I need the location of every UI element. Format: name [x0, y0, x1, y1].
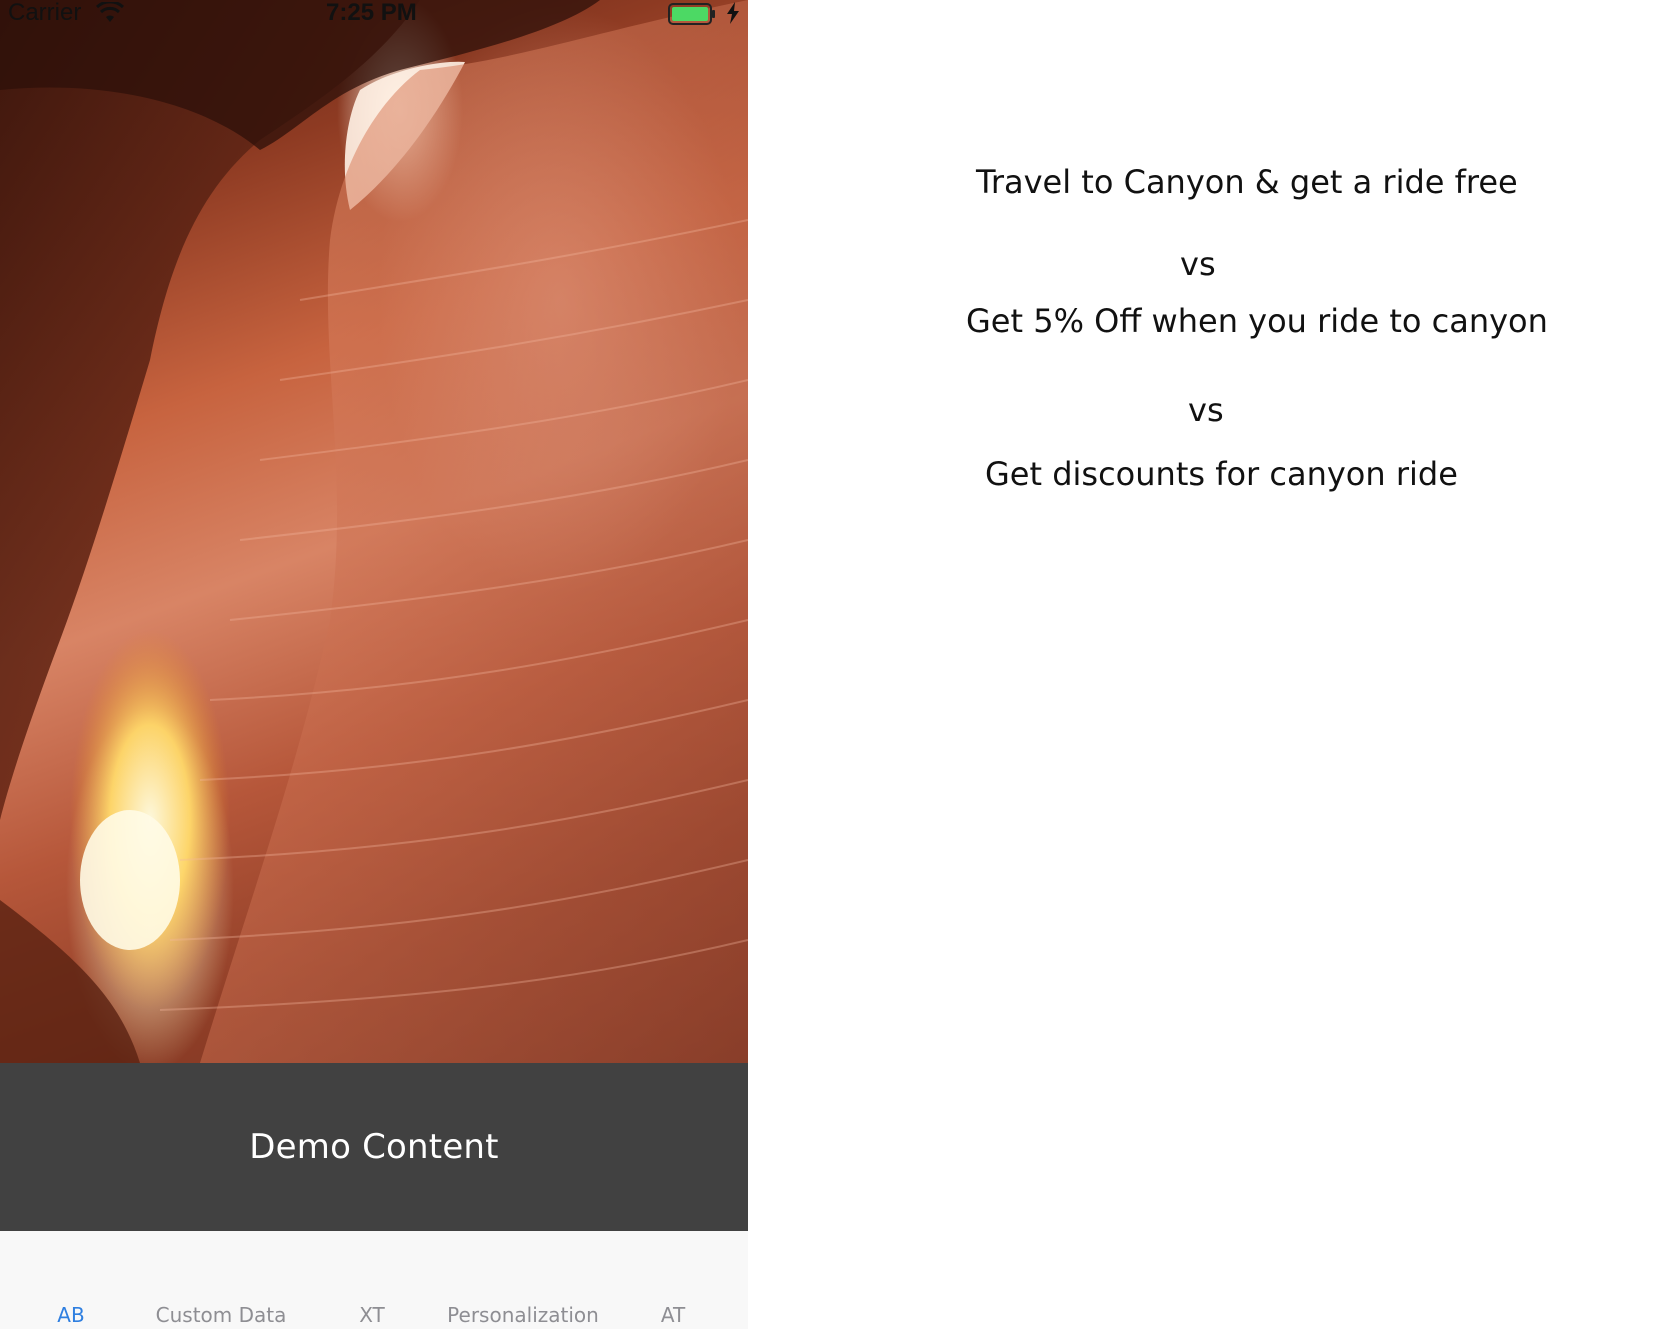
variant-notes: Travel to Canyon & get a ride free vs Ge… [748, 0, 1677, 1329]
phone-screen: Carrier 7:25 PM Demo Content AB Custom D… [0, 0, 748, 1329]
demo-content-banner[interactable]: Demo Content [0, 1063, 748, 1231]
carrier-label: Carrier [8, 0, 82, 26]
variant-b-text: Get 5% Off when you ride to canyon [966, 302, 1548, 340]
vs-separator-2: vs [1188, 391, 1224, 429]
variant-a-text: Travel to Canyon & get a ride free [976, 163, 1518, 201]
canyon-hero-image: Carrier 7:25 PM [0, 0, 748, 1063]
status-bar: Carrier 7:25 PM [0, 0, 748, 30]
demo-content-label: Demo Content [249, 1127, 499, 1167]
tab-ab[interactable]: AB [57, 1303, 84, 1327]
tab-at[interactable]: AT [661, 1303, 685, 1327]
vs-separator-1: vs [1180, 245, 1216, 283]
tab-bar: AB Custom Data XT Personalization AT [0, 1231, 748, 1329]
variant-c-text: Get discounts for canyon ride [985, 455, 1458, 493]
canyon-photo-icon [0, 0, 748, 1063]
tab-custom-data[interactable]: Custom Data [156, 1303, 287, 1327]
tab-personalization[interactable]: Personalization [447, 1303, 599, 1327]
tab-xt[interactable]: XT [359, 1303, 385, 1327]
screen: Carrier 7:25 PM Demo Content AB Custom D… [0, 0, 1677, 1329]
status-time: 7:25 PM [326, 0, 417, 26]
